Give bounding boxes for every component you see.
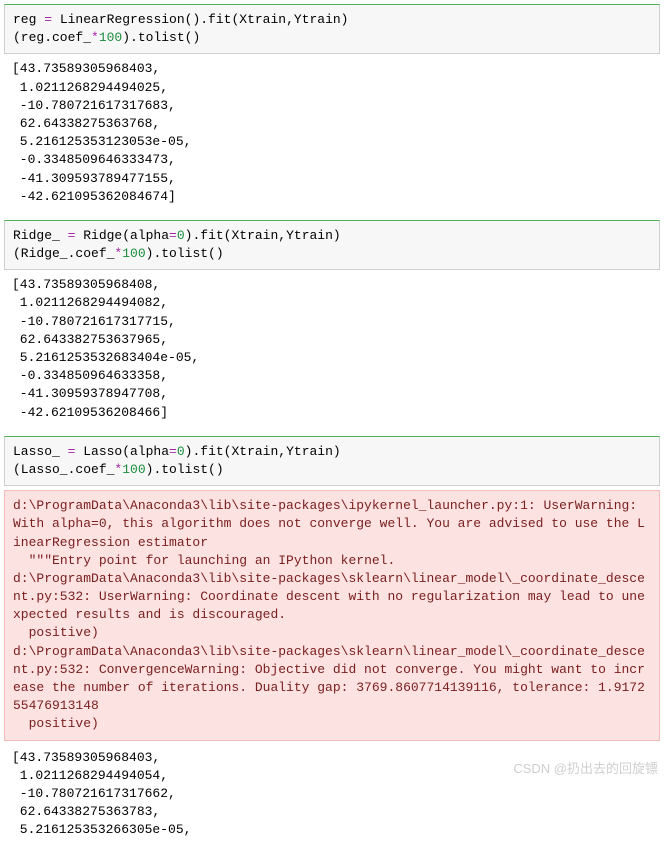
warning-output-3: d:\ProgramData\Anaconda3\lib\site-packag… xyxy=(4,490,660,740)
code-input-1[interactable]: reg = LinearRegression().fit(Xtrain,Ytra… xyxy=(4,4,660,54)
code-output-1: [43.73589305968403, 1.0211268294494025, … xyxy=(4,54,660,212)
notebook-cell-2: Ridge_ = Ridge(alpha=0).fit(Xtrain,Ytrai… xyxy=(4,220,660,428)
code-output-2: [43.73589305968408, 1.0211268294494082, … xyxy=(4,270,660,428)
code-output-3: [43.73589305968403, 1.0211268294494054, … xyxy=(4,743,660,846)
notebook-cell-3: Lasso_ = Lasso(alpha=0).fit(Xtrain,Ytrai… xyxy=(4,436,660,846)
notebook-cell-1: reg = LinearRegression().fit(Xtrain,Ytra… xyxy=(4,4,660,212)
code-input-3[interactable]: Lasso_ = Lasso(alpha=0).fit(Xtrain,Ytrai… xyxy=(4,436,660,486)
code-input-2[interactable]: Ridge_ = Ridge(alpha=0).fit(Xtrain,Ytrai… xyxy=(4,220,660,270)
